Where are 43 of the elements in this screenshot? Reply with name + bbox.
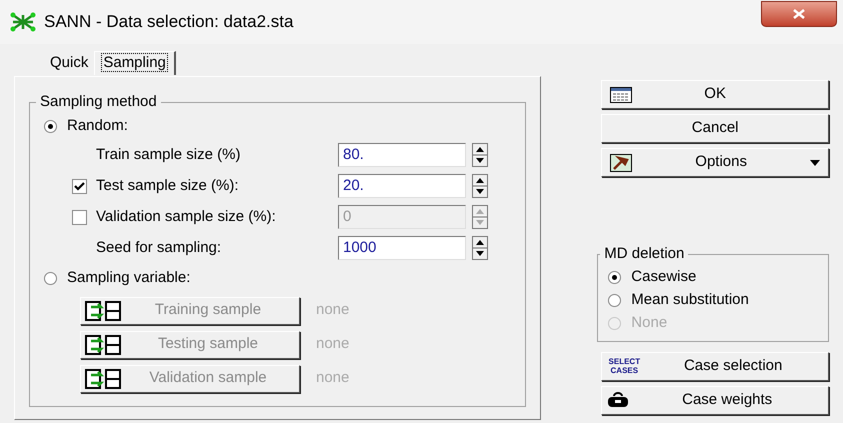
action-button[interactable]: OK [601, 80, 829, 109]
spin-arrows-icon[interactable] [472, 143, 488, 167]
tab[interactable]: Sampling [94, 51, 176, 75]
radio-button[interactable] [44, 120, 57, 133]
field-label: Train sample size (%) [96, 144, 240, 165]
window-title: SANN - Data selection: data2.sta [44, 11, 294, 34]
radio-button[interactable] [44, 272, 57, 285]
radio-label: Sampling variable: [67, 268, 190, 288]
field-label: Seed for sampling: [96, 238, 222, 258]
table-icon [610, 86, 632, 102]
field-label: Validation sample size (%): [96, 206, 276, 227]
variables-icon [85, 300, 121, 322]
group-title: Sampling method [39, 92, 158, 112]
spin-arrows-icon[interactable] [472, 236, 488, 260]
variable-value: none [316, 368, 350, 388]
field-label: Test sample size (%): [96, 176, 239, 196]
number-field[interactable]: 1000 [338, 236, 466, 260]
variables-icon [85, 334, 121, 356]
dropdown-caret-icon [810, 160, 820, 166]
tab[interactable]: Quick [44, 52, 94, 74]
select-cases-icon: SELECT CASES [606, 357, 642, 375]
close-icon [793, 9, 805, 19]
action-button[interactable]: Options [601, 148, 829, 177]
network-icon [10, 12, 36, 32]
radio-label: Random: [67, 116, 128, 136]
variable-value: none [316, 334, 350, 354]
close-button[interactable] [761, 1, 837, 27]
case-button[interactable]: Case weights [601, 386, 829, 414]
radio-label: Mean substitution [631, 290, 749, 310]
radio-button[interactable] [608, 294, 622, 306]
variable-value: none [316, 300, 350, 320]
case-button[interactable]: SELECT CASES Case selection [601, 352, 829, 380]
check-icon [74, 182, 85, 190]
number-field[interactable]: 80. [338, 143, 466, 167]
number-field[interactable]: 20. [338, 174, 466, 198]
radio-button[interactable] [608, 270, 622, 284]
radio-label: None [631, 312, 668, 333]
checkbox[interactable] [72, 178, 87, 194]
action-button[interactable]: Cancel [601, 114, 829, 143]
variables-icon [85, 368, 121, 390]
group-title: MD deletion [603, 244, 686, 264]
radio-label: Casewise [631, 266, 696, 287]
spin-arrows-icon[interactable] [472, 174, 488, 198]
